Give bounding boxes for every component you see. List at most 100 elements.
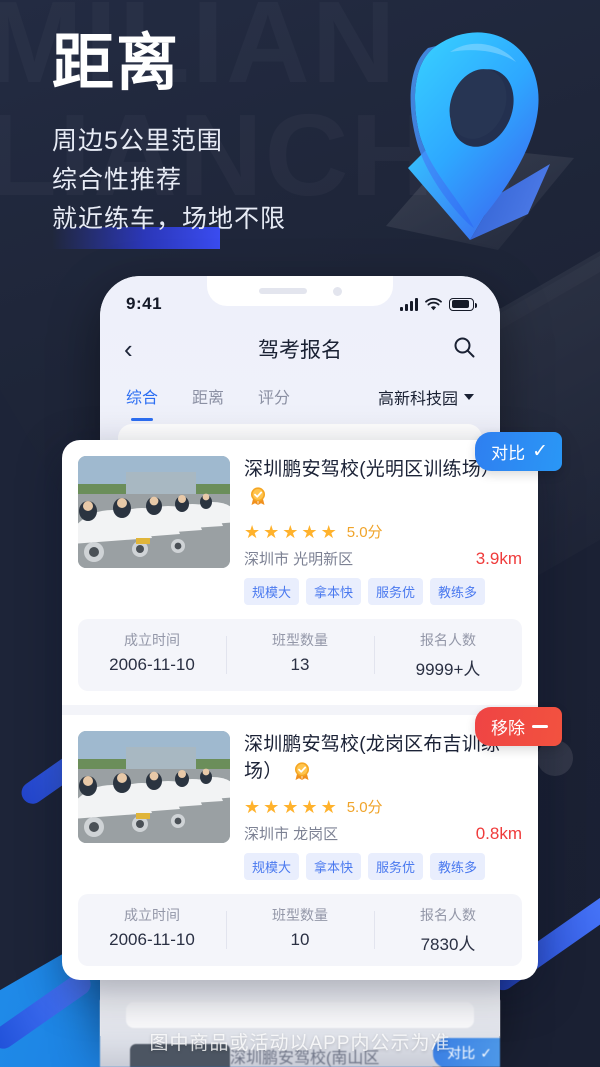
school-location: 深圳市 光明新区 <box>244 551 354 568</box>
stat-value: 2006-11-10 <box>109 655 195 674</box>
star-icon: ★ <box>282 521 299 542</box>
hero-subtitle-line-3: 就近练车，场地不限 <box>52 205 287 233</box>
peek-placeholder-card <box>126 1002 474 1028</box>
page-title: 驾考报名 <box>258 339 342 362</box>
tag: 服务优 <box>368 853 424 880</box>
stat-value: 2006-11-10 <box>109 930 195 949</box>
compare-badge-button[interactable]: 对比 ✓ <box>475 432 562 471</box>
rating-stars: ★ ★ ★ ★ ★ <box>244 798 337 816</box>
card-divider <box>62 705 538 715</box>
earpiece-speaker-icon <box>258 288 307 294</box>
school-location-row: 深圳市 光明新区 3.9km <box>244 548 522 569</box>
star-icon: ★ <box>301 521 318 542</box>
tag: 规模大 <box>244 578 300 605</box>
stat-value: 7830人 <box>420 935 476 954</box>
status-icons <box>400 297 477 311</box>
battery-icon <box>449 297 477 311</box>
footer-disclaimer: 图中商品或活动以APP内公示为准 <box>149 1033 451 1054</box>
rating-score: 5.0分 <box>346 524 383 541</box>
region-label: 高新科技园 <box>377 391 458 408</box>
location-pin-icon <box>386 32 574 250</box>
hero-subtitle-line-2: 综合性推荐 <box>52 166 183 194</box>
phone-notch <box>207 276 393 306</box>
stat-item: 成立时间 2006-11-10 <box>78 630 226 680</box>
hero-title: 距离 <box>52 29 181 98</box>
school-distance: 0.8km <box>475 824 522 843</box>
hero-subtitle-block: 周边5公里范围 综合性推荐 就近练车，场地不限 <box>52 122 286 239</box>
stat-item: 班型数量 10 <box>226 905 374 955</box>
school-tags: 规模大 拿本快 服务优 教练多 <box>244 578 522 605</box>
star-icon: ★ <box>301 796 318 817</box>
chevron-left-icon[interactable]: ‹ <box>124 336 133 362</box>
region-selector[interactable]: 高新科技园 <box>378 385 474 409</box>
tag: 规模大 <box>244 853 300 880</box>
stat-label: 成立时间 <box>124 907 180 923</box>
school-tags: 规模大 拿本快 服务优 教练多 <box>244 853 522 880</box>
stat-item: 成立时间 2006-11-10 <box>78 905 226 955</box>
tag: 拿本快 <box>306 578 362 605</box>
star-icon: ★ <box>263 796 280 817</box>
compare-badge-label: 对比 <box>491 444 526 463</box>
stat-item: 班型数量 13 <box>226 630 374 680</box>
star-icon: ★ <box>320 521 337 542</box>
star-icon: ★ <box>282 796 299 817</box>
school-name-text: 深圳鹏安驾校(龙岗区布吉训练场） <box>244 734 501 782</box>
school-card[interactable]: 对比 ✓ 深圳鹏安驾校(光明区训练场） ★ ★ ★ ★ ★ 5.0分 深圳市 光… <box>62 432 562 705</box>
school-stats: 成立时间 2006-11-10 班型数量 13 报名人数 9999+人 <box>78 619 522 691</box>
remove-badge-button[interactable]: 移除 <box>475 707 562 746</box>
school-card-main: 深圳鹏安驾校(光明区训练场） ★ ★ ★ ★ ★ 5.0分 深圳市 光明新区 3… <box>78 456 522 605</box>
school-distance: 3.9km <box>475 549 522 568</box>
minus-icon <box>532 725 548 728</box>
school-thumbnail[interactable] <box>78 731 230 843</box>
school-card-body: 深圳鹏安驾校(光明区训练场） ★ ★ ★ ★ ★ 5.0分 深圳市 光明新区 3… <box>244 456 522 605</box>
hero-subtitle-line-1: 周边5公里范围 <box>52 127 223 155</box>
tab-juli[interactable]: 距离 <box>192 384 224 410</box>
school-stats: 成立时间 2006-11-10 班型数量 10 报名人数 7830人 <box>78 894 522 966</box>
signal-bars-icon <box>400 297 418 311</box>
star-icon: ★ <box>244 521 261 542</box>
wifi-icon <box>425 297 442 310</box>
verified-medal-icon <box>292 761 312 789</box>
tag: 拿本快 <box>306 853 362 880</box>
stat-item: 报名人数 9999+人 <box>374 630 522 680</box>
school-thumbnail[interactable] <box>78 456 230 568</box>
tag: 教练多 <box>430 853 486 880</box>
school-name-text: 深圳鹏安驾校(光明区训练场） <box>244 459 501 480</box>
verified-medal-icon <box>248 486 268 514</box>
tab-pingfen[interactable]: 评分 <box>258 384 290 410</box>
rating-stars: ★ ★ ★ ★ ★ <box>244 523 337 541</box>
stat-label: 班型数量 <box>272 907 328 923</box>
chevron-down-icon <box>464 394 474 400</box>
check-icon: ✓ <box>532 441 548 462</box>
status-time: 9:41 <box>126 294 163 313</box>
app-navbar: ‹ 驾考报名 <box>100 324 500 374</box>
school-location: 深圳市 龙岗区 <box>244 826 339 843</box>
stat-label: 班型数量 <box>272 632 328 648</box>
stat-value: 10 <box>290 930 310 949</box>
school-card[interactable]: 移除 深圳鹏安驾校(龙岗区布吉训练场） ★ ★ ★ ★ ★ 5.0分 深圳市 龙… <box>62 707 562 980</box>
stat-label: 报名人数 <box>420 907 476 923</box>
school-card-body: 深圳鹏安驾校(龙岗区布吉训练场） ★ ★ ★ ★ ★ 5.0分 深圳市 龙岗区 … <box>244 731 522 880</box>
star-icon: ★ <box>244 796 261 817</box>
poster-stage: MILIAN LIANCHE 距离 周边5公里范围 综合性推荐 就近练车，场地不… <box>0 0 600 1067</box>
school-rating: ★ ★ ★ ★ ★ 5.0分 <box>244 796 522 817</box>
stat-value: 9999+人 <box>415 660 481 679</box>
remove-badge-label: 移除 <box>491 719 525 738</box>
school-rating: ★ ★ ★ ★ ★ 5.0分 <box>244 521 522 542</box>
rating-score: 5.0分 <box>346 799 383 816</box>
front-camera-icon <box>332 286 342 296</box>
stat-value: 13 <box>290 655 310 674</box>
stat-label: 成立时间 <box>124 632 180 648</box>
school-card-main: 深圳鹏安驾校(龙岗区布吉训练场） ★ ★ ★ ★ ★ 5.0分 深圳市 龙岗区 … <box>78 731 522 880</box>
stat-label: 报名人数 <box>420 632 476 648</box>
tag: 服务优 <box>368 578 424 605</box>
filter-tabbar: 综合 距离 评分 高新科技园 <box>100 374 500 420</box>
tag: 教练多 <box>430 578 486 605</box>
location-pin-3d <box>378 18 578 258</box>
star-icon: ★ <box>320 796 337 817</box>
tab-zonghe[interactable]: 综合 <box>126 384 158 410</box>
stat-item: 报名人数 7830人 <box>374 905 522 955</box>
search-icon[interactable] <box>452 335 476 364</box>
school-card-stack: 对比 ✓ 深圳鹏安驾校(光明区训练场） ★ ★ ★ ★ ★ 5.0分 深圳市 光… <box>62 432 562 980</box>
school-location-row: 深圳市 龙岗区 0.8km <box>244 823 522 844</box>
